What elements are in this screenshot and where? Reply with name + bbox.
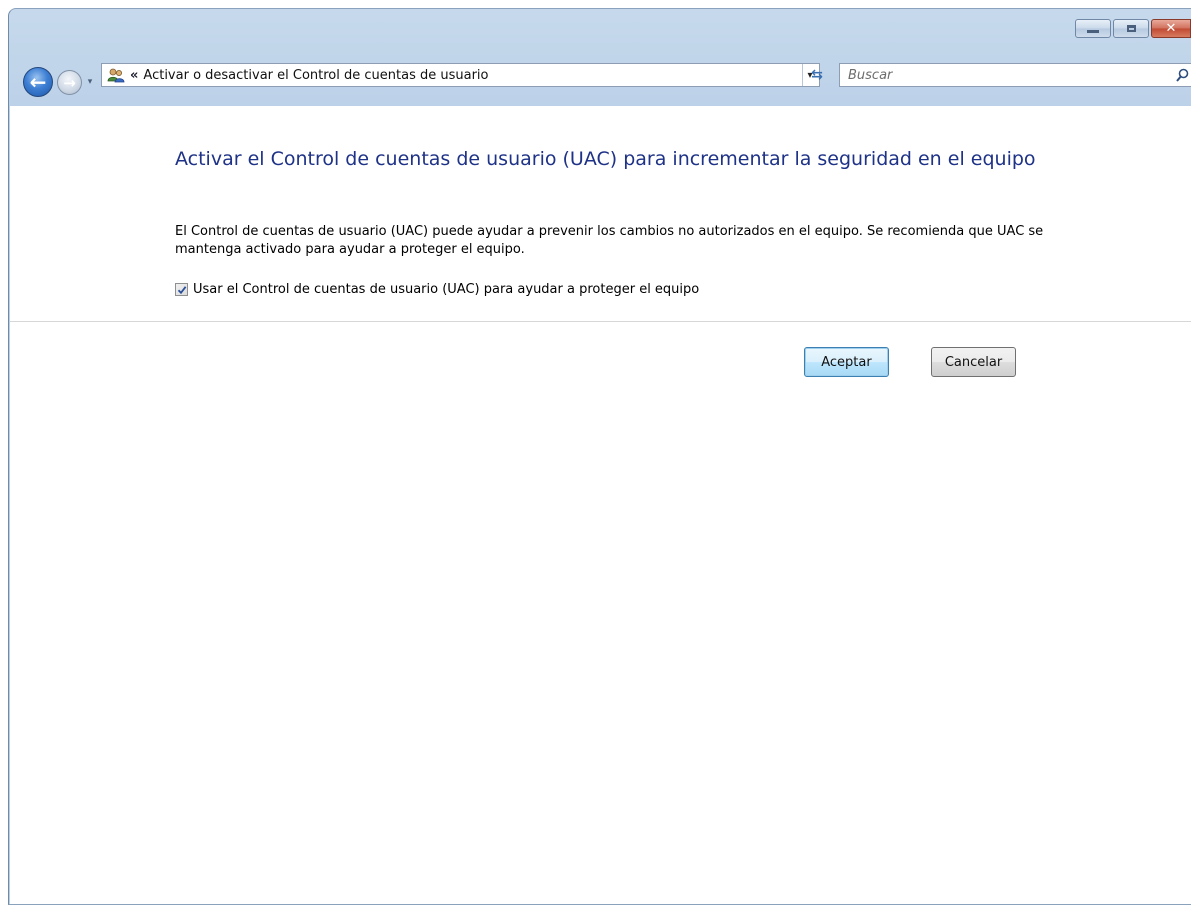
recent-pages-button[interactable]: ▾ — [84, 75, 96, 89]
forward-arrow-icon: → — [63, 73, 76, 92]
breadcrumb[interactable]: Activar o desactivar el Control de cuent… — [143, 68, 801, 83]
search-icon[interactable] — [1173, 68, 1191, 82]
accept-button[interactable]: Aceptar — [804, 347, 889, 377]
content-panel: Activar el Control de cuentas de usuario… — [10, 106, 1191, 904]
minimize-button[interactable] — [1075, 19, 1111, 38]
refresh-button[interactable]: ⇆ — [802, 64, 831, 86]
page-description: El Control de cuentas de usuario (UAC) p… — [175, 224, 1044, 257]
minimize-icon — [1087, 30, 1099, 33]
back-arrow-icon: ← — [29, 70, 47, 94]
close-button[interactable]: ✕ — [1151, 19, 1191, 38]
maximize-button[interactable] — [1113, 19, 1149, 38]
uac-checkbox-row[interactable]: Usar el Control de cuentas de usuario (U… — [175, 282, 699, 297]
maximize-icon — [1126, 25, 1136, 32]
caption-buttons: ✕ — [1075, 19, 1191, 38]
search-box[interactable] — [839, 63, 1191, 87]
uac-checkbox-label: Usar el Control de cuentas de usuario (U… — [193, 282, 700, 297]
address-bar[interactable]: « Activar o desactivar el Control de cue… — [101, 63, 820, 87]
breadcrumb-overflow-icon[interactable]: « — [130, 68, 138, 83]
chevron-down-icon: ▾ — [87, 77, 93, 87]
search-input[interactable] — [840, 65, 1173, 85]
back-button[interactable]: ← — [23, 67, 53, 97]
cancel-button[interactable]: Cancelar — [931, 347, 1016, 377]
user-accounts-icon — [105, 65, 127, 85]
control-panel-window: ✕ ← → ▾ « Activar o desactivar el Contro… — [8, 8, 1191, 905]
refresh-icon: ⇆ — [811, 67, 823, 83]
forward-button[interactable]: → — [57, 70, 82, 95]
close-icon: ✕ — [1165, 21, 1177, 36]
page-title: Activar el Control de cuentas de usuario… — [175, 148, 1036, 170]
checkmark-icon — [177, 285, 186, 294]
divider — [10, 321, 1191, 322]
uac-checkbox[interactable] — [175, 283, 188, 296]
